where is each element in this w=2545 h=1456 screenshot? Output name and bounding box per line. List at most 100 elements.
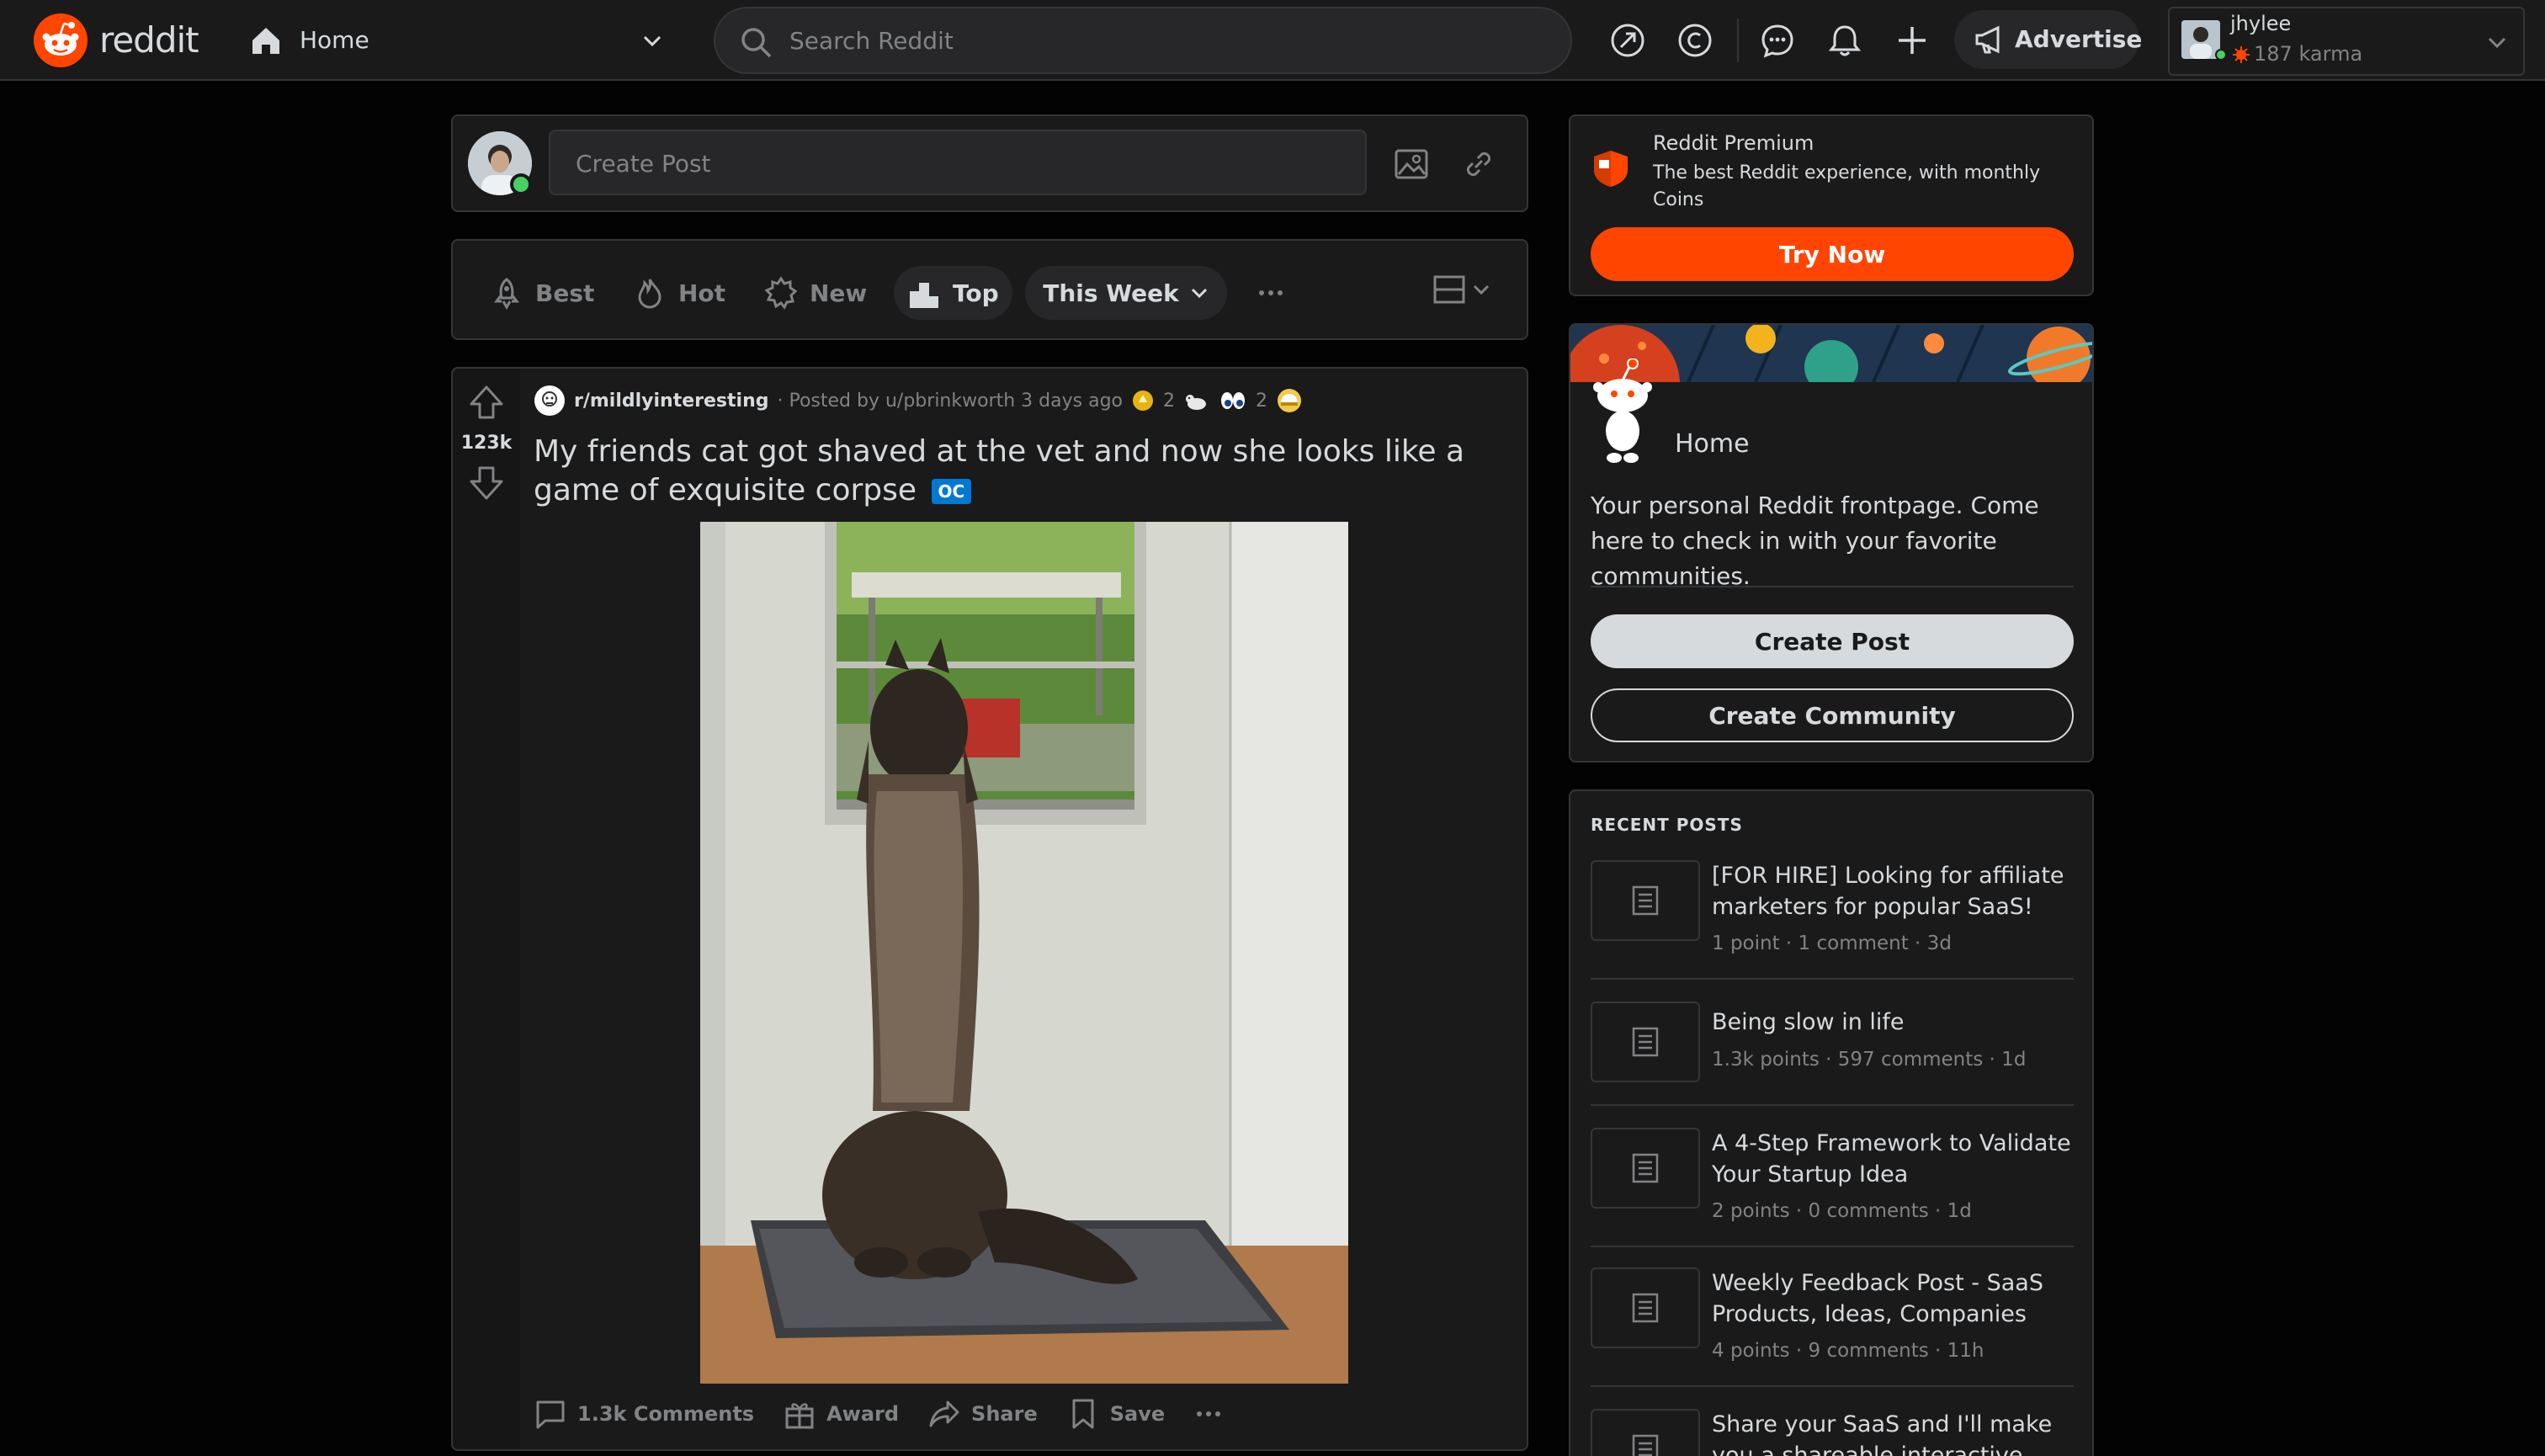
link-icon[interactable]: [1461, 146, 1496, 182]
sort-best-label: Best: [535, 279, 595, 307]
recent-posts-heading: RECENT POSTS: [1591, 815, 1743, 835]
sparkle-burst-icon: [764, 276, 798, 310]
award-gold-icon: [1131, 389, 1155, 412]
share-button[interactable]: Share: [927, 1397, 1038, 1431]
create-community-button[interactable]: Create Community: [1591, 688, 2074, 742]
chevron-down-icon: [641, 30, 663, 52]
snoo-mascot-icon: [1589, 359, 1656, 468]
coins-icon[interactable]: [1671, 17, 1719, 64]
sort-hot-label: Hot: [678, 279, 726, 307]
comments-label: 1.3k Comments: [577, 1402, 755, 1426]
header-divider: [1737, 19, 1739, 62]
recent-post-meta: 2 points · 0 comments · 1d: [1712, 1200, 1972, 1222]
sort-hot[interactable]: Hot: [619, 266, 739, 320]
post-title-text: My friends cat got shaved at the vet and…: [534, 434, 1465, 507]
chevron-down-icon: [1471, 279, 1491, 300]
save-button[interactable]: Save: [1066, 1397, 1165, 1431]
card-view-icon: [1432, 273, 1466, 306]
vote-count: 123k: [460, 433, 513, 454]
award-cat-icon: [1183, 389, 1210, 412]
create-post-button[interactable]: Create Post: [1591, 614, 2074, 668]
award-label: Award: [826, 1402, 900, 1426]
share-icon: [927, 1397, 961, 1431]
home-info-card: Home Your personal Reddit frontpage. Com…: [1569, 323, 2094, 763]
post-title[interactable]: My friends cat got shaved at the vet and…: [534, 433, 1510, 510]
list-item[interactable]: Being slow in life 1.3k points · 597 com…: [1591, 1002, 2074, 1128]
subreddit-link[interactable]: r/mildlyinteresting: [574, 391, 769, 412]
recent-post-meta: 1 point · 1 comment · 3d: [1712, 933, 1952, 954]
divider: [1591, 586, 2074, 587]
image-upload-icon[interactable]: [1394, 146, 1429, 182]
post-card[interactable]: 123k r/mildlyinteresting · Posted by u/p…: [451, 367, 1528, 1451]
user-menu[interactable]: jhylee 187 karma: [2168, 7, 2525, 76]
username: jhylee: [2230, 12, 2292, 35]
home-dropdown[interactable]: Home: [244, 13, 673, 67]
bookmark-icon: [1066, 1397, 1100, 1431]
online-status-icon: [510, 173, 532, 195]
recent-post-title[interactable]: A 4-Step Framework to Validate Your Star…: [1712, 1128, 2074, 1190]
divider: [1591, 1385, 2074, 1387]
save-label: Save: [1109, 1402, 1166, 1426]
share-label: Share: [971, 1402, 1038, 1426]
list-item[interactable]: Share your SaaS and I'll make you a shar…: [1591, 1409, 2074, 1456]
bell-icon[interactable]: [1821, 17, 1868, 64]
megaphone-icon: [1973, 23, 2006, 56]
recent-post-title[interactable]: [FOR HIRE] Looking for affiliate markete…: [1712, 860, 2074, 922]
recent-post-meta: 1.3k points · 597 comments · 1d: [1712, 1049, 2027, 1071]
create-post-card: [451, 114, 1528, 212]
search-bar[interactable]: [714, 7, 1572, 74]
text-post-icon: [1591, 1409, 1700, 1456]
subreddit-icon[interactable]: [534, 385, 566, 417]
comment-icon: [534, 1397, 567, 1431]
more-options-icon[interactable]: [1193, 1399, 1224, 1429]
plus-icon[interactable]: [1889, 17, 1936, 64]
post-image[interactable]: [700, 522, 1348, 1384]
sort-new-label: New: [810, 279, 868, 307]
chevron-down-icon: [1189, 283, 1209, 303]
downvote-icon[interactable]: [468, 465, 505, 502]
create-post-field[interactable]: [549, 130, 1367, 195]
chevron-down-icon: [2486, 32, 2508, 54]
award-count: 2: [1163, 390, 1175, 412]
popular-icon[interactable]: [1604, 17, 1651, 64]
sort-top-label: Top: [953, 279, 999, 307]
posted-by: · Posted by u/pbrinkworth 3 days ago: [777, 390, 1124, 412]
create-post-input[interactable]: [576, 143, 1333, 183]
recent-post-title[interactable]: Weekly Feedback Post - SaaS Products, Id…: [1712, 1267, 2074, 1330]
list-item[interactable]: A 4-Step Framework to Validate Your Star…: [1591, 1128, 2074, 1262]
podium-icon: [907, 276, 941, 310]
list-item[interactable]: Weekly Feedback Post - SaaS Products, Id…: [1591, 1267, 2074, 1402]
online-status-icon: [2215, 49, 2227, 61]
vote-column: 123k: [453, 369, 520, 1449]
comments-button[interactable]: 1.3k Comments: [534, 1397, 754, 1431]
try-now-button[interactable]: Try Now: [1591, 227, 2074, 281]
search-input[interactable]: [789, 20, 1547, 61]
layout-switcher[interactable]: [1432, 273, 1491, 306]
time-filter-dropdown[interactable]: This Week: [1025, 266, 1227, 320]
home-card-description: Your personal Reddit frontpage. Come her…: [1591, 492, 2039, 590]
reddit-wordmark[interactable]: reddit: [99, 13, 199, 67]
home-label: Home: [300, 26, 369, 54]
divider: [1591, 978, 2074, 980]
list-item[interactable]: [FOR HIRE] Looking for affiliate markete…: [1591, 860, 2074, 995]
recent-post-title[interactable]: Being slow in life: [1712, 1007, 2074, 1038]
advertise-label: Advertise: [2015, 25, 2143, 53]
award-eyes-icon: [1219, 389, 1247, 412]
chat-icon[interactable]: [1754, 17, 1801, 64]
sort-top[interactable]: Top: [894, 266, 1012, 320]
advertise-button[interactable]: Advertise: [1954, 10, 2143, 69]
text-post-icon: [1591, 1128, 1700, 1209]
award-button[interactable]: Award: [783, 1397, 899, 1431]
text-post-icon: [1591, 1267, 1700, 1348]
more-options-icon[interactable]: [1256, 278, 1286, 308]
home-card-title: Home: [1675, 429, 1750, 459]
upvote-icon[interactable]: [468, 384, 505, 421]
reddit-logo-icon[interactable]: [34, 13, 88, 67]
recent-post-title[interactable]: Share your SaaS and I'll make you a shar…: [1712, 1409, 2074, 1456]
shield-icon: [1591, 148, 1631, 189]
time-filter-label: This Week: [1043, 279, 1179, 307]
premium-title: Reddit Premium: [1653, 131, 1814, 155]
sort-new[interactable]: New: [751, 266, 880, 320]
text-post-icon: [1591, 860, 1700, 941]
sort-best[interactable]: Best: [476, 266, 608, 320]
